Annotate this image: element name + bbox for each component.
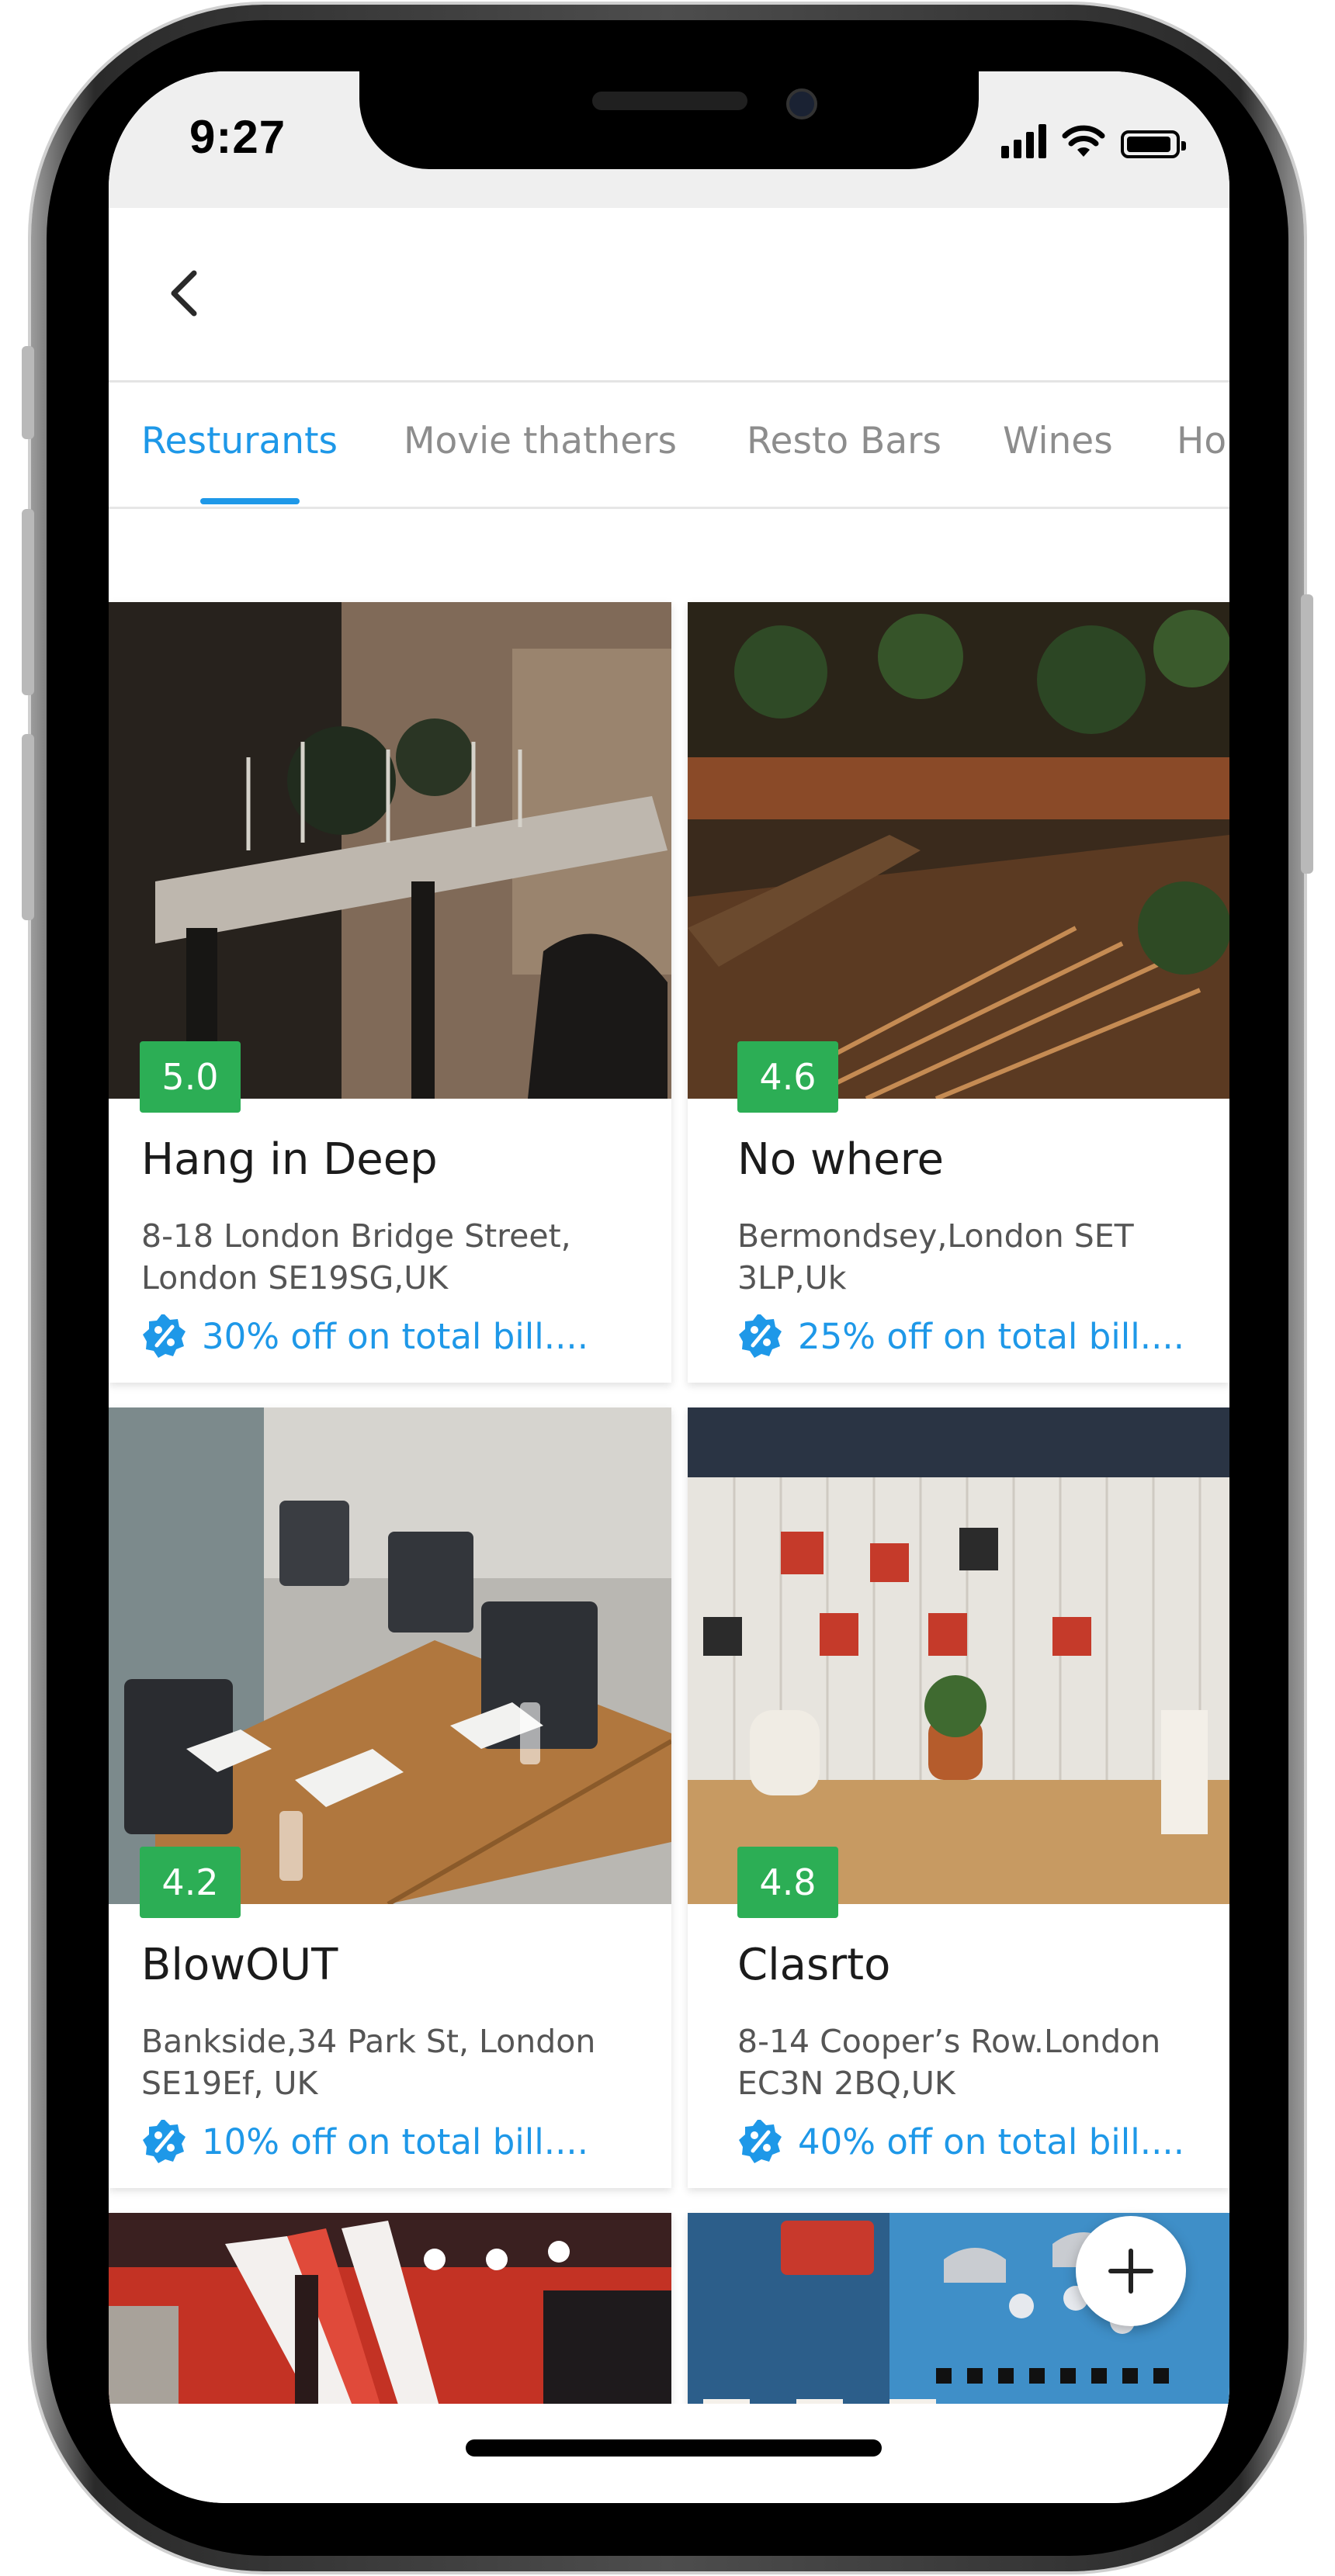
restaurant-photo: [109, 602, 671, 1099]
restaurant-name: No where: [737, 1134, 944, 1185]
restaurant-photo: [109, 1407, 671, 1904]
status-icons: [1001, 119, 1186, 158]
mute-switch: [22, 346, 34, 439]
back-button[interactable]: [155, 262, 217, 324]
restaurant-address: 8-14 Cooper’s Row.London EC3N 2BQ,UK: [737, 2023, 1161, 2102]
offer-text: 25% off on total bill....: [798, 1315, 1185, 1357]
restaurant-name: BlowOUT: [141, 1940, 338, 1990]
offer-link[interactable]: 40% off on total bill....: [737, 2118, 1184, 2165]
offer-text: 40% off on total bill....: [798, 2121, 1185, 2162]
speaker-grille: [592, 92, 747, 110]
restaurant-grid: 5.0 Hang in Deep 8-18 London Bridge Stre…: [109, 529, 1229, 2477]
notch: [359, 71, 979, 169]
home-indicator[interactable]: [466, 2439, 882, 2457]
discount-badge-icon: [739, 1314, 782, 1358]
rating-badge: 4.8: [737, 1847, 838, 1918]
tab-resto-bars[interactable]: Resto Bars: [747, 420, 941, 462]
tab-resturants[interactable]: Resturants: [141, 420, 338, 462]
add-button[interactable]: [1076, 2216, 1186, 2326]
wifi-icon: [1062, 125, 1105, 157]
discount-badge-icon: [143, 1314, 186, 1358]
restaurant-photo: [688, 602, 1229, 1099]
rating-badge: 4.2: [140, 1847, 241, 1918]
restaurant-address: Bankside,34 Park St, London SE19Ef, UK: [141, 2023, 596, 2102]
offer-link[interactable]: 25% off on total bill....: [737, 1313, 1184, 1359]
chevron-left-icon: [171, 270, 197, 317]
tab-ho[interactable]: Ho: [1177, 420, 1226, 462]
active-tab-indicator: [200, 498, 300, 504]
rating-badge: 4.6: [737, 1041, 838, 1113]
restaurant-name: Hang in Deep: [141, 1134, 438, 1185]
restaurant-address: 8-18 London Bridge Street, London SE19SG…: [141, 1217, 571, 1297]
restaurant-address: Bermondsey,London SET 3LP,Uk: [737, 1217, 1134, 1297]
category-tabs: Resturants Movie thathers Resto Bars Win…: [109, 383, 1229, 509]
restaurant-card[interactable]: 5.0 Hang in Deep 8-18 London Bridge Stre…: [109, 602, 671, 1383]
offer-text: 30% off on total bill....: [202, 1315, 589, 1357]
restaurant-card[interactable]: 4.8 Clasrto 8-14 Cooper’s Row.London EC3…: [688, 1407, 1229, 2188]
restaurant-name: Clasrto: [737, 1940, 891, 1990]
battery-icon: [1121, 130, 1186, 158]
discount-badge-icon: [739, 2120, 782, 2163]
volume-up-button: [22, 509, 34, 695]
app-header: [109, 208, 1229, 383]
plus-icon: [1108, 2249, 1153, 2294]
tab-wines[interactable]: Wines: [1003, 420, 1113, 462]
status-time: 9:27: [189, 111, 286, 163]
restaurant-card[interactable]: 4.6 No where Bermondsey,London SET 3LP,U…: [688, 602, 1229, 1383]
signal-icon: [1001, 124, 1046, 158]
status-bar: 9:27: [109, 71, 1229, 208]
offer-link[interactable]: 30% off on total bill....: [141, 1313, 588, 1359]
camera-icon: [786, 88, 817, 119]
restaurant-card[interactable]: 4.2 BlowOUT Bankside,34 Park St, London …: [109, 1407, 671, 2188]
tab-movie-thathers[interactable]: Movie thathers: [404, 420, 677, 462]
restaurant-photo: [688, 1407, 1229, 1904]
screen: 9:27 Resturants Movie thathers Resto Bar…: [109, 71, 1229, 2503]
offer-link[interactable]: 10% off on total bill....: [141, 2118, 588, 2165]
rating-badge: 5.0: [140, 1041, 241, 1113]
discount-badge-icon: [143, 2120, 186, 2163]
offer-text: 10% off on total bill....: [202, 2121, 589, 2162]
power-button: [1301, 594, 1313, 874]
volume-down-button: [22, 734, 34, 920]
